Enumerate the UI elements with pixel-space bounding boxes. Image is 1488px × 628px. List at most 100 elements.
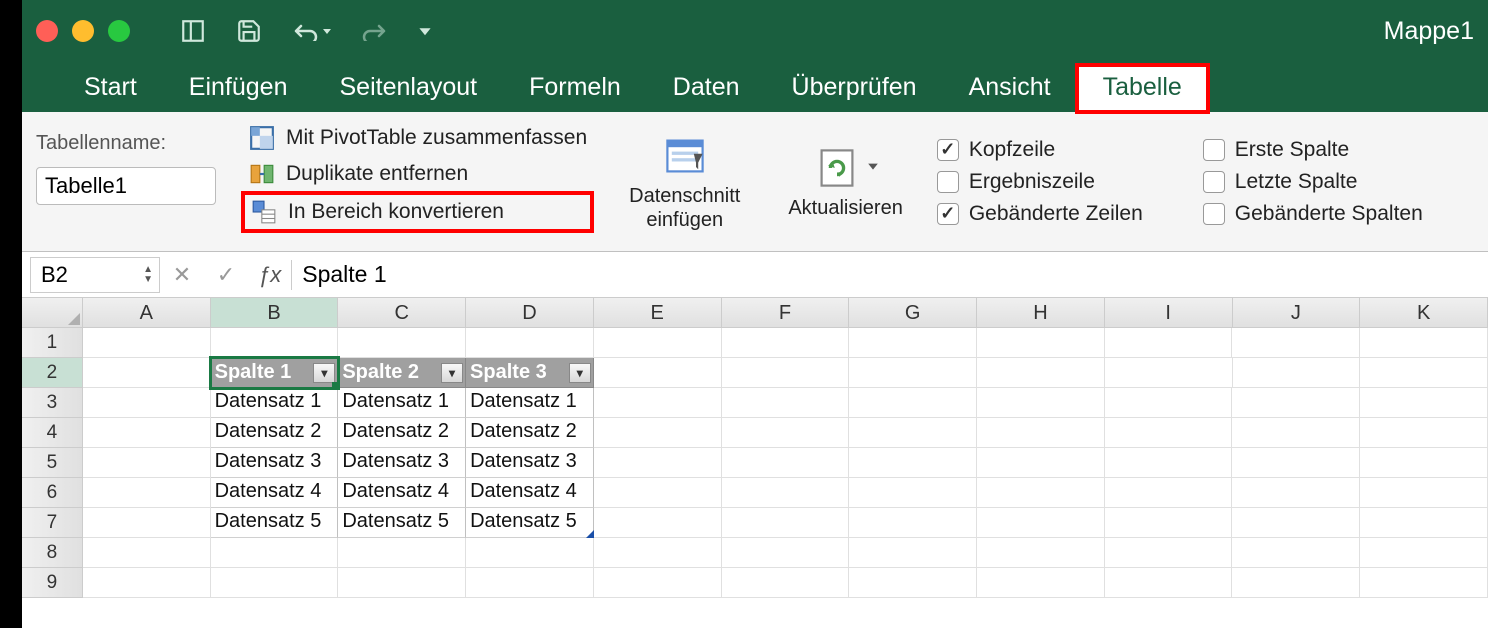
tab-einfuegen[interactable]: Einfügen: [163, 65, 314, 112]
cell[interactable]: [83, 328, 211, 358]
toggle-fullscreen-icon[interactable]: [180, 18, 206, 44]
cell[interactable]: [849, 448, 977, 478]
remove-duplicates-button[interactable]: Duplikate entfernen: [244, 158, 591, 190]
undo-icon[interactable]: [292, 21, 332, 41]
cell[interactable]: [1360, 508, 1488, 538]
row-header[interactable]: 6: [22, 478, 83, 508]
cell[interactable]: [83, 568, 211, 598]
cell[interactable]: [594, 538, 722, 568]
fx-icon[interactable]: ƒx: [258, 262, 281, 288]
cancel-formula-button[interactable]: ✕: [164, 257, 200, 293]
cell[interactable]: [1105, 328, 1233, 358]
formula-input[interactable]: [292, 257, 1480, 292]
save-icon[interactable]: [236, 18, 262, 44]
cell[interactable]: [466, 328, 594, 358]
cell[interactable]: [211, 328, 339, 358]
cell[interactable]: Datensatz 4: [211, 478, 339, 508]
cell[interactable]: [849, 418, 977, 448]
cell[interactable]: [594, 448, 722, 478]
cell[interactable]: [722, 358, 850, 388]
tab-ansicht[interactable]: Ansicht: [943, 65, 1077, 112]
col-header[interactable]: A: [83, 298, 211, 328]
cell[interactable]: Datensatz 3: [338, 448, 466, 478]
cell[interactable]: [83, 538, 211, 568]
cell[interactable]: [594, 388, 722, 418]
cell[interactable]: [849, 478, 977, 508]
cell[interactable]: Datensatz 2: [211, 418, 339, 448]
cell[interactable]: [1105, 448, 1233, 478]
cell[interactable]: Datensatz 2: [466, 418, 594, 448]
cell[interactable]: [1105, 508, 1233, 538]
cell[interactable]: [1232, 508, 1360, 538]
cell[interactable]: [1232, 448, 1360, 478]
cell[interactable]: [1232, 388, 1360, 418]
cell[interactable]: [722, 508, 850, 538]
cell[interactable]: Datensatz 1: [466, 388, 594, 418]
filter-dropdown-icon[interactable]: ▾: [313, 363, 335, 383]
cell[interactable]: [1232, 568, 1360, 598]
row-header[interactable]: 9: [22, 568, 83, 598]
tab-daten[interactable]: Daten: [647, 65, 766, 112]
cell[interactable]: [1360, 328, 1488, 358]
redo-icon[interactable]: [362, 21, 388, 41]
last-column-checkbox[interactable]: Letzte Spalte: [1203, 170, 1423, 194]
col-header[interactable]: J: [1233, 298, 1361, 328]
first-column-checkbox[interactable]: Erste Spalte: [1203, 138, 1423, 162]
cell[interactable]: [1360, 568, 1488, 598]
cell[interactable]: [722, 568, 850, 598]
cell[interactable]: Datensatz 3: [211, 448, 339, 478]
cell[interactable]: Spalte 3▾: [466, 358, 594, 388]
cell[interactable]: Datensatz 1: [338, 388, 466, 418]
row-header[interactable]: 1: [22, 328, 83, 358]
cell[interactable]: [83, 508, 211, 538]
cell[interactable]: [1105, 388, 1233, 418]
row-header[interactable]: 5: [22, 448, 83, 478]
cell[interactable]: [722, 478, 850, 508]
cell[interactable]: [338, 568, 466, 598]
tab-start[interactable]: Start: [58, 65, 163, 112]
col-header[interactable]: C: [338, 298, 466, 328]
filter-dropdown-icon[interactable]: ▾: [569, 363, 591, 383]
table-name-input[interactable]: [36, 167, 216, 205]
cell[interactable]: [211, 568, 339, 598]
cell[interactable]: Spalte 1▾: [211, 358, 339, 388]
cell[interactable]: [1232, 328, 1360, 358]
cell[interactable]: [594, 508, 722, 538]
refresh-button[interactable]: Aktualisieren: [778, 140, 913, 224]
cell[interactable]: [722, 418, 850, 448]
name-box[interactable]: B2 ▲▼: [30, 257, 160, 293]
row-header[interactable]: 2: [22, 358, 83, 388]
cell[interactable]: Datensatz 3: [466, 448, 594, 478]
total-row-checkbox[interactable]: Ergebniszeile: [937, 170, 1143, 194]
banded-rows-checkbox[interactable]: Gebänderte Zeilen: [937, 202, 1143, 226]
cell[interactable]: [1105, 358, 1233, 388]
cell[interactable]: [1233, 358, 1361, 388]
cell[interactable]: [1232, 418, 1360, 448]
col-header[interactable]: B: [211, 298, 339, 328]
cell[interactable]: [1105, 568, 1233, 598]
cell[interactable]: [83, 448, 211, 478]
col-header[interactable]: I: [1105, 298, 1233, 328]
cell[interactable]: Datensatz 2: [338, 418, 466, 448]
cell[interactable]: [1360, 358, 1488, 388]
minimize-window-button[interactable]: [72, 20, 94, 42]
select-all-corner[interactable]: [22, 298, 83, 328]
col-header[interactable]: F: [722, 298, 850, 328]
name-box-stepper-icon[interactable]: ▲▼: [143, 265, 153, 285]
cell[interactable]: Spalte 2▾: [338, 358, 466, 388]
cell[interactable]: Datensatz 5: [466, 508, 594, 538]
cell[interactable]: [849, 328, 977, 358]
table-resize-handle[interactable]: [586, 530, 594, 538]
tab-formeln[interactable]: Formeln: [503, 65, 647, 112]
cell[interactable]: [849, 358, 977, 388]
cell[interactable]: [849, 508, 977, 538]
cell[interactable]: [722, 388, 850, 418]
cell[interactable]: [849, 538, 977, 568]
row-header[interactable]: 3: [22, 388, 83, 418]
cell[interactable]: [1105, 478, 1233, 508]
cell[interactable]: [466, 538, 594, 568]
cell[interactable]: [594, 418, 722, 448]
cell[interactable]: [594, 328, 722, 358]
tab-tabelle[interactable]: Tabelle: [1077, 65, 1208, 112]
confirm-formula-button[interactable]: ✓: [208, 257, 244, 293]
